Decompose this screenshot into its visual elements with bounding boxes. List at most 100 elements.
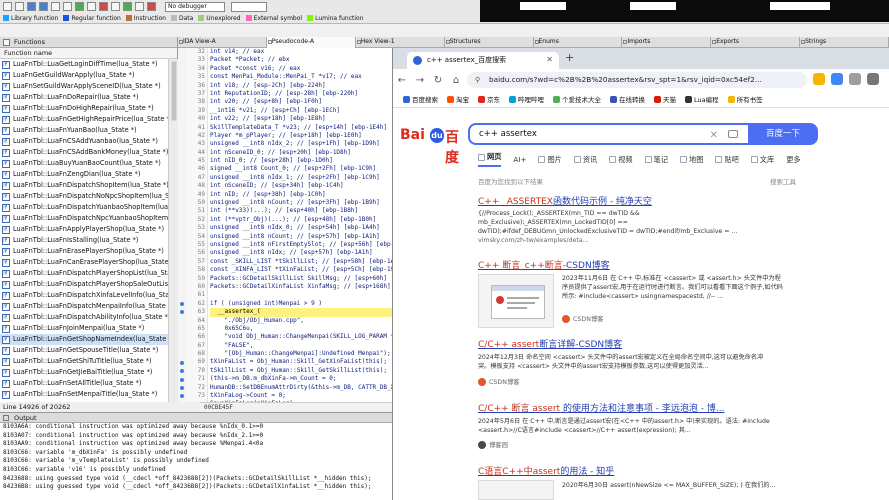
function-list-item[interactable]: f LuaFnTbl::LuaFnDispatchNpcYuanbaoShopIt… <box>0 213 168 224</box>
function-list-item[interactable]: f LuaFnTbl::LuaFnGetSpouseTitle(lua_State… <box>0 345 168 356</box>
function-list-item[interactable]: f LuaFnTbl::LuaFnApplyPlayerShop(lua_Stat… <box>0 224 168 235</box>
result-source[interactable]: CSDN博客 <box>562 314 604 323</box>
bookmark-item[interactable]: 淘宝 <box>447 94 469 104</box>
code-line[interactable]: (this->m_DB.m_dbXinFa->m_Count = 0; <box>210 375 392 383</box>
bookmark-item[interactable]: 所有书签 <box>727 94 763 104</box>
code-line[interactable]: if ( (unsigned int)Menpai > 9 ) <box>210 300 392 308</box>
search-tab[interactable]: AI+ <box>513 152 526 167</box>
back-arrow-icon[interactable]: ← <box>393 75 411 86</box>
breakpoint-dot-icon[interactable] <box>180 377 184 382</box>
function-list-item[interactable]: f LuaFnTbl::LuaFnDoRepair(lua_State *) <box>0 92 168 103</box>
code-line[interactable]: tXinFaList = Obj_Human::Skill_GetXinFaLi… <box>210 358 392 366</box>
close-icon[interactable] <box>712 40 717 44</box>
result-title-link[interactable]: C++ _ASSERTEX函数代码示例 - 纯净天空 <box>478 194 652 207</box>
search-tab[interactable]: 图片 <box>538 152 562 167</box>
code-line[interactable]: unsigned __int8 nIdx_2; // [esp+1Fh] [eb… <box>210 140 392 148</box>
code-line[interactable]: int v22; // [esp+18h] [ebp-1E8h] <box>210 115 392 123</box>
run-icon[interactable] <box>123 2 132 11</box>
struct-icon[interactable] <box>111 2 120 11</box>
code-line[interactable]: unsigned __int8 nIdx_0; // [esp+54h] [eb… <box>210 224 392 232</box>
code-line[interactable]: int v20; // [esp+8h] [ebp-1F0h] <box>210 98 392 106</box>
function-list-item[interactable]: f LuaFnTbl::LuaFnSetAllTitle(lua_State *) <box>0 378 168 389</box>
function-list-item[interactable]: f LuaFnTbl::LuaFnDispatchShopItem(lua_Sta… <box>0 180 168 191</box>
function-list-item[interactable]: f LuaFnTbl::LuaFnDoHighRepair(lua_State *… <box>0 103 168 114</box>
search-tab[interactable]: 网页 <box>478 152 502 167</box>
save-icon[interactable] <box>15 2 24 11</box>
toolbar-search-input[interactable] <box>231 1 267 12</box>
extension-icon[interactable] <box>831 73 843 85</box>
bookmark-item[interactable]: 京东 <box>478 94 500 104</box>
reload-icon[interactable]: ↻ <box>429 75 447 86</box>
breakpoint-dot-icon[interactable] <box>180 386 184 390</box>
search-tab[interactable]: 资讯 <box>573 152 597 167</box>
close-icon[interactable] <box>356 40 361 44</box>
code-icon[interactable] <box>75 2 84 11</box>
output-log[interactable]: 8103A6A: conditional instruction was opt… <box>0 423 392 492</box>
view-tab[interactable]: Imports <box>622 37 712 48</box>
function-list-item[interactable]: f LuaFnTbl::LuaFnErasePlayerShop(lua_Stat… <box>0 246 168 257</box>
function-list-item[interactable]: f LuaFnTbl::LuaGetLoginDiffTime(lua_State… <box>0 59 168 70</box>
code-line[interactable]: "FALSE", <box>210 342 392 350</box>
breakpoint-gutter[interactable] <box>178 48 187 402</box>
code-line[interactable]: const _SKILL_LIST *tSkillList; // [esp+5… <box>210 258 392 266</box>
search-tools-button[interactable]: 搜索工具 <box>770 176 796 186</box>
code-line[interactable]: "void Obj_Human::ChangeMenpai(SKILL_LOG_… <box>210 333 392 341</box>
code-line[interactable]: Packets::GCDetailSkillList SkillMsg; // … <box>210 275 392 283</box>
home-icon[interactable]: ⌂ <box>447 75 465 86</box>
code-line[interactable]: int (**v33)(...); // [esp+40h] [ebp-1B8h… <box>210 207 392 215</box>
code-line[interactable]: unsigned __int8 nIdx; // [esp+57h] [ebp-… <box>210 249 392 257</box>
function-list-item[interactable]: f LuaFnTbl::LuaFnIsStalling(lua_State *) <box>0 235 168 246</box>
result-thumbnail[interactable] <box>478 274 554 328</box>
bookmark-item[interactable]: 个爱技术大全 <box>553 94 601 104</box>
close-icon[interactable] <box>445 40 450 44</box>
breakpoint-dot-icon[interactable] <box>180 369 184 374</box>
code-line[interactable]: int nID; // [esp+38h] [ebp-1C0h] <box>210 191 392 199</box>
text-search-icon[interactable] <box>63 2 72 11</box>
code-line[interactable]: SaveXinFaLog(pXinFaLog); <box>210 400 392 402</box>
debugger-select[interactable]: No debugger <box>165 1 225 12</box>
code-line[interactable]: unsigned __int8 nCount; // [esp+57h] [eb… <box>210 233 392 241</box>
function-list-item[interactable]: f LuaFnTbl::LuaFnDispatchAbilityInfo(lua_… <box>0 312 168 323</box>
function-list-item[interactable]: f LuaFnGetGuildWarApply(lua_State *) <box>0 70 168 81</box>
function-list-item[interactable]: f LuaFnTbl::LuaFnSetMenpaiTitle(lua_State… <box>0 389 168 400</box>
baidu-logo[interactable]: Bai du 百度 <box>400 127 466 166</box>
result-source[interactable]: vimsky.com/zh-tw/examples/deta... <box>478 237 589 244</box>
code-line[interactable]: __assertex_( <box>210 308 392 317</box>
extension-icon[interactable] <box>849 73 861 85</box>
function-list-scrollbar[interactable] <box>168 59 178 402</box>
pause-icon[interactable] <box>135 2 144 11</box>
function-list-item[interactable]: f LuaFnTbl::LuaBuyYuanBaoCount(lua_State … <box>0 158 168 169</box>
function-list-item[interactable]: f LuaFnTbl::LuaFnDispatchNoNpcShopItem(lu… <box>0 191 168 202</box>
navigation-band[interactable] <box>480 0 889 22</box>
bookmark-item[interactable]: Lua编程 <box>685 94 719 104</box>
function-list-item[interactable]: f LuaFnTbl::LuaFnDispatchXinfaLevelInfo(l… <box>0 290 168 301</box>
view-tab[interactable]: Strings <box>800 37 889 48</box>
function-list-item[interactable]: f LuaFnSetGuildWarApplySceneID(lua_State … <box>0 81 168 92</box>
result-title-link[interactable]: C/C++ assert断言详解-CSDN博客 <box>478 337 622 350</box>
search-icon[interactable] <box>51 2 60 11</box>
profile-icon[interactable] <box>867 73 879 85</box>
function-list-item[interactable]: f LuaFnTbl::LuaFnDispatchMenpaiInfo(lua_S… <box>0 301 168 312</box>
close-icon[interactable] <box>623 40 628 44</box>
code-line[interactable]: "./Obj/Obj_Human.cpp", <box>210 317 392 325</box>
scrollbar-thumb[interactable] <box>171 61 177 121</box>
result-source[interactable]: 博客园 <box>478 440 508 449</box>
code-line[interactable]: int ReputationID; // [esp-28h] [ebp-220h… <box>210 90 392 98</box>
search-tab[interactable]: 文库 <box>750 152 774 167</box>
result-thumbnail[interactable] <box>478 480 554 500</box>
result-title-link[interactable]: C/C++ 断言 assert 的使用方法和注意事项 - 李远泡泡 - 博... <box>478 401 724 414</box>
function-list-item[interactable]: f LuaFnTbl::LuaFnDispatchPlayerShopSaleOu… <box>0 279 168 290</box>
site-info-icon[interactable]: ⚲ <box>475 72 480 88</box>
search-tab[interactable]: 笔记 <box>644 152 668 167</box>
address-bar[interactable]: ⚲ baidu.com/s?wd=c%2B%2B%20assertex&rsv_… <box>467 72 807 88</box>
view-tab[interactable]: Pseudocode-A <box>266 37 356 48</box>
code-line[interactable]: Packets::GCDetailXinfaList XinfaMsg; // … <box>210 283 392 291</box>
forward-icon[interactable] <box>39 2 48 11</box>
function-list-item[interactable]: f LuaFnTbl::LuaFnZengDian(lua_State *) <box>0 169 168 180</box>
code-line[interactable]: unsigned __int8 nIdx_1; // [esp+2Fh] [eb… <box>210 174 392 182</box>
view-tab[interactable]: IDA View-A <box>178 37 267 48</box>
view-tab[interactable]: Enums <box>534 37 623 48</box>
bookmark-item[interactable]: 天猫 <box>654 94 676 104</box>
result-title-link[interactable]: C语言C++中assert的用法 - 知乎 <box>478 464 614 477</box>
code-line[interactable]: tSkillList = Obj_Human::Skill_GetSkillLi… <box>210 367 392 375</box>
